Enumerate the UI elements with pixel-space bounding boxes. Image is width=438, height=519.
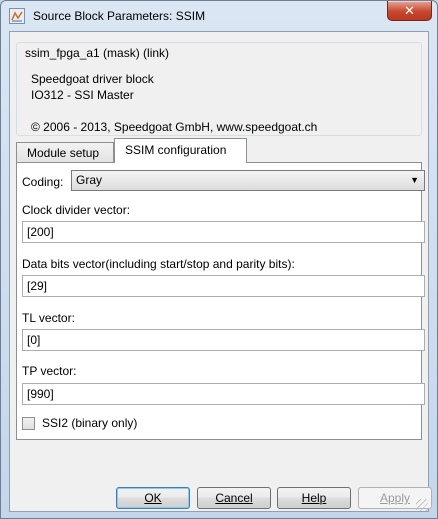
chevron-down-icon: ▼	[410, 175, 419, 185]
tl-vector-label: TL vector:	[22, 311, 75, 325]
title-bar[interactable]: Source Block Parameters: SSIM ✕	[1, 1, 437, 31]
coding-selected-value: Gray	[76, 173, 103, 187]
simulink-block-icon	[9, 8, 25, 24]
block-name: ssim_fpga_a1 (mask) (link)	[23, 46, 172, 60]
window-title: Source Block Parameters: SSIM	[33, 9, 206, 23]
close-icon: ✕	[404, 2, 415, 18]
tp-vector-input[interactable]: [990]	[22, 383, 425, 405]
block-description-line1: Speedgoat driver block	[31, 72, 154, 86]
dialog-client: ssim_fpga_a1 (mask) (link) Speedgoat dri…	[9, 31, 432, 512]
block-description-group: ssim_fpga_a1 (mask) (link) Speedgoat dri…	[16, 42, 422, 136]
tab-ssim-configuration[interactable]: SSIM configuration	[114, 138, 247, 163]
tl-vector-input[interactable]: [0]	[22, 329, 425, 351]
resize-grip[interactable]	[416, 499, 428, 511]
help-button[interactable]: Help	[277, 487, 351, 509]
clock-divider-input[interactable]: [200]	[22, 221, 425, 243]
tp-vector-label: TP vector:	[22, 364, 77, 378]
data-bits-label: Data bits vector(including start/stop an…	[22, 257, 295, 271]
cancel-button[interactable]: Cancel	[197, 487, 271, 509]
ssi2-checkbox[interactable]	[22, 417, 35, 430]
block-description-line2: IO312 - SSI Master	[31, 88, 134, 102]
ok-button[interactable]: OK	[116, 487, 190, 509]
tab-module-setup[interactable]: Module setup	[16, 142, 114, 162]
copyright-text: © 2006 - 2013, Speedgoat GmbH, www.speed…	[31, 120, 318, 134]
close-button[interactable]: ✕	[387, 1, 432, 21]
data-bits-input[interactable]: [29]	[22, 275, 425, 297]
ssi2-label: SSI2 (binary only)	[42, 416, 138, 430]
coding-select[interactable]: Gray ▼	[71, 170, 425, 191]
dialog-window: Source Block Parameters: SSIM ✕ ssim_fpg…	[0, 0, 438, 519]
ssim-configuration-panel: Coding: Gray ▼ Clock divider vector: [20…	[16, 162, 425, 440]
coding-label: Coding:	[22, 175, 64, 189]
clock-divider-label: Clock divider vector:	[22, 203, 131, 217]
